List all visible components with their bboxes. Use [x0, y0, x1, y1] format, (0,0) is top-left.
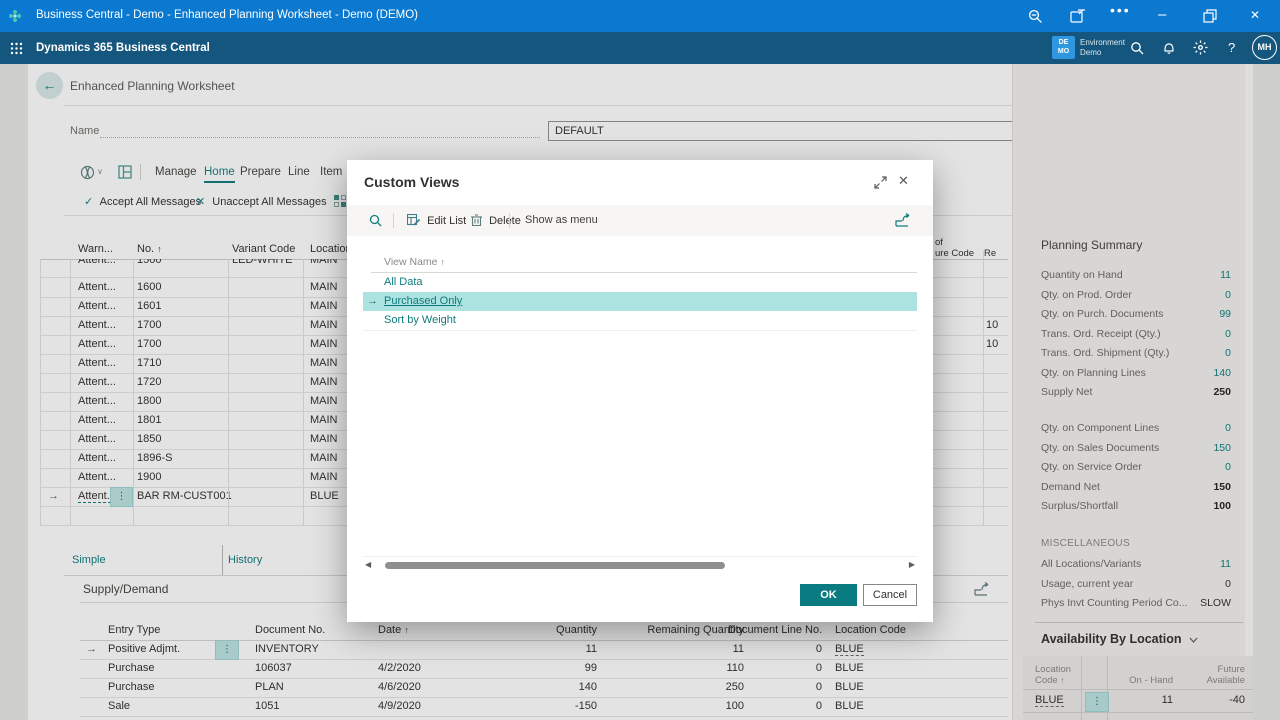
nav-bar: Dynamics 365 Business Central DE MO Envi…: [0, 32, 1280, 64]
close-window-icon[interactable]: ✕: [1250, 8, 1260, 22]
environment-badge-line2: MO: [1052, 48, 1075, 56]
dialog-scrollbar[interactable]: ◀ ▶: [363, 556, 917, 573]
ok-button[interactable]: OK: [800, 584, 857, 606]
dialog-search-icon[interactable]: [369, 214, 382, 227]
dialog-title: Custom Views: [364, 174, 459, 190]
restore-icon[interactable]: [1203, 9, 1217, 23]
view-row-selected[interactable]: → Purchased Only: [363, 292, 917, 311]
row-arrow-icon: →: [367, 295, 378, 307]
view-row[interactable]: Sort by Weight: [363, 311, 917, 331]
col-view-name[interactable]: View Name ↑: [384, 256, 445, 268]
show-as-menu-button[interactable]: Show as menu: [525, 214, 598, 226]
minimize-icon[interactable]: –: [1158, 6, 1166, 23]
popout-window-icon[interactable]: [1070, 9, 1086, 23]
business-central-window: Business Central - Demo - Enhanced Plann…: [0, 0, 1280, 720]
dialog-toolbar: Edit List Delete Show as menu: [347, 205, 933, 236]
settings-gear-icon[interactable]: [1193, 40, 1208, 55]
product-name[interactable]: Dynamics 365 Business Central: [36, 42, 210, 54]
waffle-icon[interactable]: [10, 42, 23, 55]
view-name-link[interactable]: Purchased Only: [384, 295, 462, 307]
help-icon[interactable]: ?: [1228, 40, 1235, 55]
search-icon[interactable]: [1130, 41, 1144, 55]
scroll-left-icon[interactable]: ◀: [365, 560, 371, 569]
scroll-right-icon[interactable]: ▶: [909, 560, 915, 569]
trash-icon: [471, 214, 482, 226]
view-row[interactable]: All Data: [363, 273, 917, 293]
environment-badge-line1: DE: [1052, 38, 1075, 48]
notifications-bell-icon[interactable]: [1162, 41, 1176, 55]
avatar[interactable]: MH: [1252, 35, 1277, 60]
environment-label: Environment: [1080, 38, 1125, 47]
view-name-link[interactable]: Sort by Weight: [384, 314, 456, 326]
zoom-out-icon[interactable]: [1028, 9, 1043, 24]
close-dialog-icon[interactable]: ✕: [898, 173, 909, 189]
edit-list-button[interactable]: Edit List: [407, 214, 466, 227]
scrollbar-thumb[interactable]: [385, 562, 725, 569]
environment-name: Demo: [1080, 48, 1101, 57]
window-title: Business Central - Demo - Enhanced Plann…: [36, 9, 418, 21]
title-bar: Business Central - Demo - Enhanced Plann…: [0, 0, 1280, 32]
view-name-link[interactable]: All Data: [384, 276, 423, 288]
dialog-toolbar-divider: [393, 213, 394, 228]
cancel-button[interactable]: Cancel: [863, 584, 917, 606]
avatar-initials: MH: [1258, 42, 1272, 52]
sort-asc-icon: ↑: [440, 257, 445, 267]
custom-views-dialog: Custom Views ✕ Edit List Delete Show as …: [347, 160, 933, 622]
more-window-options-icon[interactable]: •••: [1110, 2, 1131, 18]
expand-dialog-icon[interactable]: [874, 176, 887, 189]
delete-button[interactable]: Delete: [471, 214, 521, 227]
app-icon: [8, 9, 22, 23]
dialog-share-icon[interactable]: [895, 213, 911, 227]
environment-badge[interactable]: DE MO: [1052, 36, 1075, 59]
dialog-toolbar-divider: [509, 213, 510, 228]
edit-list-icon: [407, 214, 420, 226]
